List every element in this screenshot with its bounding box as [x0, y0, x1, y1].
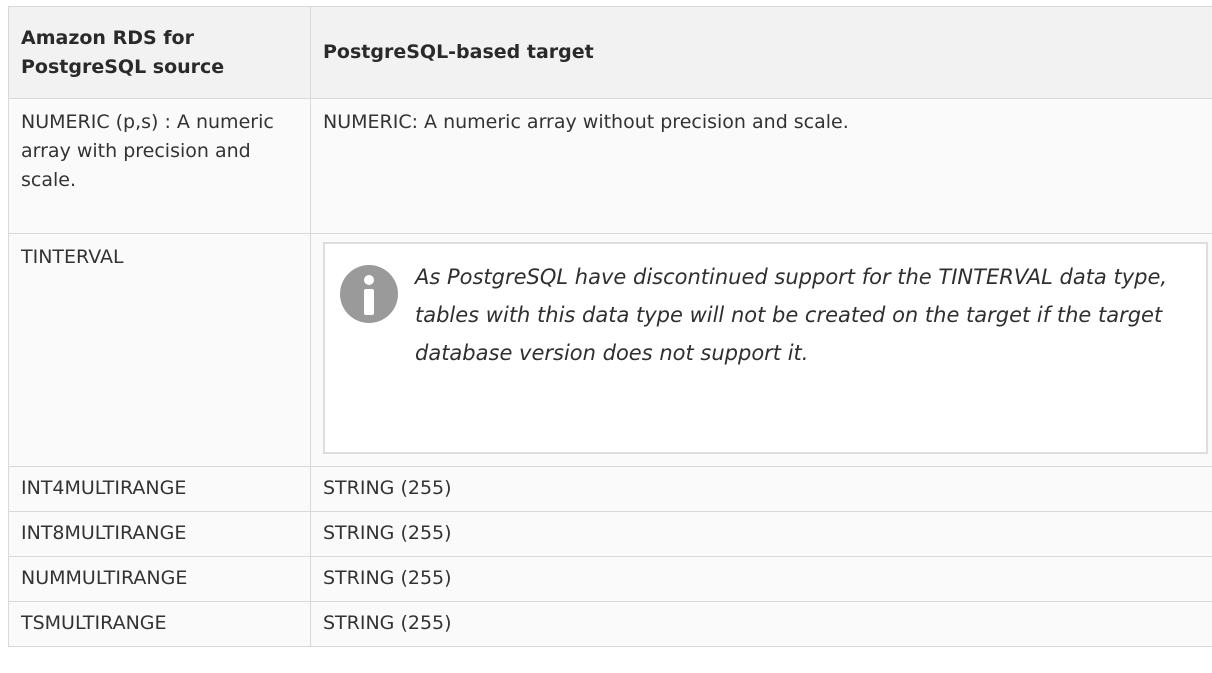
- note-text: As PostgreSQL have discontinued support …: [415, 265, 1168, 365]
- cell-source: TSMULTIRANGE: [8, 601, 311, 647]
- cell-source: NUMMULTIRANGE: [8, 556, 311, 602]
- cell-source: INT4MULTIRANGE: [8, 466, 311, 512]
- table-row: NUMMULTIRANGE STRING (255): [8, 556, 1212, 602]
- cell-target: NUMERIC: A numeric array without precisi…: [310, 98, 1212, 234]
- cell-source: TINTERVAL: [8, 233, 311, 467]
- cell-target: STRING (255): [310, 556, 1212, 602]
- cell-source: NUMERIC (p,s) : A numeric array with pre…: [8, 98, 311, 234]
- table-row: INT8MULTIRANGE STRING (255): [8, 511, 1212, 557]
- table-header-row: Amazon RDS for PostgreSQL source Postgre…: [8, 6, 1212, 99]
- cell-source: INT8MULTIRANGE: [8, 511, 311, 557]
- table-row: TSMULTIRANGE STRING (255): [8, 601, 1212, 647]
- cell-target: STRING (255): [310, 511, 1212, 557]
- table-row: INT4MULTIRANGE STRING (255): [8, 466, 1212, 512]
- data-type-mapping-table-container: Amazon RDS for PostgreSQL source Postgre…: [8, 6, 1212, 647]
- cell-target: As PostgreSQL have discontinued support …: [310, 233, 1212, 467]
- header-target: PostgreSQL-based target: [310, 6, 1212, 99]
- table-row: NUMERIC (p,s) : A numeric array with pre…: [8, 98, 1212, 234]
- cell-target: STRING (255): [310, 601, 1212, 647]
- header-source: Amazon RDS for PostgreSQL source: [8, 6, 311, 99]
- info-note: As PostgreSQL have discontinued support …: [323, 242, 1208, 454]
- info-icon: [339, 264, 399, 333]
- table-row: TINTERVAL As PostgreSQL have discontinue…: [8, 233, 1212, 467]
- data-type-mapping-table: Amazon RDS for PostgreSQL source Postgre…: [8, 6, 1212, 647]
- cell-target: STRING (255): [310, 466, 1212, 512]
